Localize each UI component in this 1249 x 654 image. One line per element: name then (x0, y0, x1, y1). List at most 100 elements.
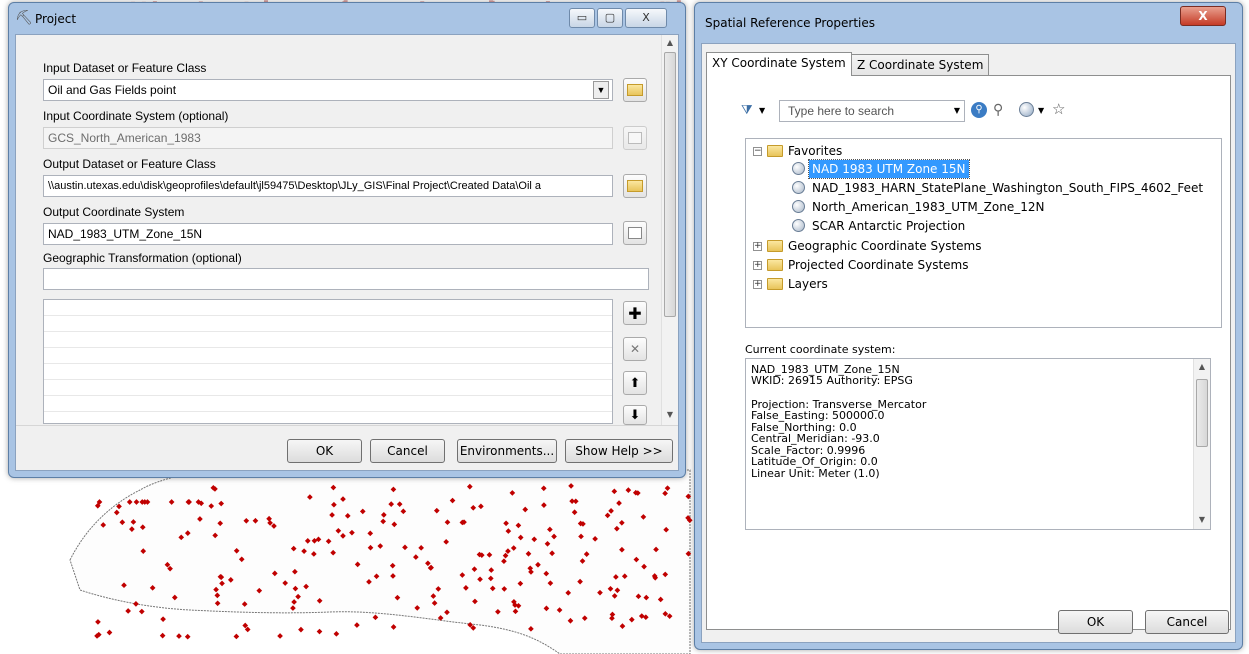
map-point (316, 628, 323, 635)
scroll-thumb[interactable] (1196, 379, 1208, 447)
remove-button[interactable]: ✕ (623, 337, 647, 361)
search-box[interactable]: Type here to search ▼ (779, 100, 965, 122)
tab-page: ⧩ ▼ Type here to search ▼ ⚲ ⚲ ▼ ☆ − Favo… (706, 75, 1231, 630)
cs-line: WKID: 26915 Authority: EPSG (751, 374, 913, 387)
cs-line: Central_Meridian: -93.0 (751, 432, 880, 445)
output-cs-label: Output Coordinate System (43, 205, 185, 219)
open-folder-icon (627, 180, 643, 192)
cs-scrollbar[interactable]: ▲ ▼ (1193, 359, 1210, 529)
folder-icon (767, 240, 783, 252)
tree-item-geographic[interactable]: Geographic Coordinate Systems (788, 237, 982, 255)
map-point (176, 633, 182, 639)
cs-line: False_Easting: 500000.0 (751, 409, 885, 422)
tree-item-nad-1983-utm-15n[interactable]: NAD 1983 UTM Zone 15N (808, 159, 970, 179)
map-point (372, 614, 379, 621)
globe-icon (792, 181, 805, 194)
chevron-down-icon[interactable]: ▼ (759, 106, 765, 115)
globe-icon (792, 162, 805, 175)
x-icon: ✕ (629, 342, 641, 356)
output-cs-field[interactable]: NAD_1983_UTM_Zone_15N (43, 223, 613, 245)
output-dataset-label: Output Dataset or Feature Class (43, 157, 216, 171)
scroll-down-icon[interactable]: ▼ (1194, 512, 1210, 528)
scroll-thumb[interactable] (664, 52, 676, 317)
scroll-down-icon[interactable]: ▼ (662, 407, 678, 423)
geo-transform-field[interactable] (43, 268, 649, 290)
geographic-expander[interactable]: + (753, 242, 762, 251)
map-point (277, 633, 283, 639)
current-cs-textbox[interactable]: NAD_1983_UTM_Zone_15N WKID: 26915 Author… (745, 358, 1211, 530)
scroll-up-icon[interactable]: ▲ (662, 35, 678, 51)
tree-item-nad-1983-harn-washington[interactable]: NAD_1983_HARN_StatePlane_Washington_Sout… (812, 179, 1203, 197)
map-point (125, 608, 131, 614)
map-point (160, 616, 166, 622)
add-button[interactable]: ✚ (623, 301, 647, 325)
layers-expander[interactable]: + (753, 280, 762, 289)
input-cs-field: GCS_North_American_1983 (43, 127, 613, 149)
cancel-button[interactable]: Cancel (370, 439, 445, 463)
project-client-area: Input Dataset or Feature Class Oil and G… (15, 34, 679, 471)
favorites-folder-icon (767, 145, 783, 157)
output-browse-button[interactable] (623, 174, 647, 198)
tab-xy-coordinate-system[interactable]: XY Coordinate System (706, 52, 852, 76)
map-point (333, 631, 340, 637)
map-point (95, 619, 101, 625)
geo-transform-label: Geographic Transformation (optional) (43, 251, 242, 265)
ok-button[interactable]: OK (1058, 610, 1133, 634)
cs-line: Latitude_Of_Origin: 0.0 (751, 455, 878, 468)
ok-button[interactable]: OK (287, 439, 362, 463)
project-window: ⛏ Project ▭ ▢ X Input Dataset or Feature… (8, 2, 686, 478)
search-input[interactable]: Type here to search (788, 104, 894, 118)
environments-button[interactable]: Environments... (457, 439, 557, 463)
input-cs-properties-button (623, 126, 647, 150)
maximize-button[interactable]: ▢ (597, 8, 623, 28)
projected-expander[interactable]: + (753, 261, 762, 270)
show-help-button[interactable]: Show Help >> (565, 439, 673, 463)
chevron-down-icon[interactable]: ▼ (954, 106, 960, 115)
clear-search-icon[interactable]: ⚲ (993, 102, 1003, 118)
input-dataset-label: Input Dataset or Feature Class (43, 61, 207, 75)
add-favorite-icon[interactable]: ☆ (1052, 100, 1065, 118)
tab-z-coordinate-system[interactable]: Z Coordinate System (851, 54, 990, 76)
coordinate-system-tree[interactable]: − Favorites NAD 1983 UTM Zone 15N NAD_19… (745, 138, 1222, 328)
cancel-button[interactable]: Cancel (1145, 610, 1229, 634)
close-button[interactable]: X (625, 8, 667, 28)
output-cs-properties-button[interactable] (623, 221, 647, 245)
tree-item-projected[interactable]: Projected Coordinate Systems (788, 256, 968, 274)
tree-item-favorites[interactable]: Favorites (788, 142, 842, 160)
spatial-client-area: XY Coordinate System Z Coordinate System… (701, 43, 1236, 643)
chevron-down-icon[interactable]: ▼ (1038, 106, 1044, 115)
map-point (159, 632, 166, 639)
folder-icon (767, 259, 783, 271)
map-point (106, 629, 113, 636)
tree-item-north-american-1983-utm-12n[interactable]: North_American_1983_UTM_Zone_12N (812, 198, 1044, 216)
map-point (233, 633, 240, 640)
globe-icon (792, 219, 805, 232)
move-down-button[interactable]: ⬇ (623, 405, 647, 425)
input-cs-label: Input Coordinate System (optional) (43, 109, 229, 123)
browse-folder-button[interactable] (623, 78, 647, 102)
input-dataset-select[interactable]: Oil and Gas Fields point ▼ (43, 79, 613, 101)
arrow-down-icon: ⬇ (629, 407, 641, 423)
minimize-button[interactable]: ▭ (569, 8, 595, 28)
project-scrollbar[interactable]: ▲ ▼ (661, 35, 678, 425)
folder-icon (767, 278, 783, 290)
map-point (138, 608, 145, 615)
filter-icon[interactable]: ⧩ (741, 103, 753, 118)
output-dataset-input[interactable]: \\austin.utexas.edu\disk\geoprofiles\def… (43, 175, 613, 197)
scroll-up-icon[interactable]: ▲ (1194, 359, 1210, 375)
properties-icon (628, 132, 642, 144)
globe-icon[interactable] (1019, 102, 1034, 117)
coastline (69, 467, 691, 654)
close-button[interactable]: X (1180, 6, 1226, 26)
transformation-list[interactable] (43, 299, 613, 424)
dropdown-arrow-icon[interactable]: ▼ (593, 81, 609, 99)
current-cs-label: Current coordinate system: (745, 343, 896, 356)
favorites-expander[interactable]: − (753, 147, 762, 156)
search-icon[interactable]: ⚲ (971, 102, 987, 118)
move-up-button[interactable]: ⬆ (623, 371, 647, 395)
tree-item-layers[interactable]: Layers (788, 275, 828, 293)
hammer-icon: ⛏ (15, 10, 33, 26)
tree-item-scar-antarctic[interactable]: SCAR Antarctic Projection (812, 217, 965, 235)
cs-line: Linear Unit: Meter (1.0) (751, 467, 880, 480)
properties-icon (628, 227, 642, 239)
